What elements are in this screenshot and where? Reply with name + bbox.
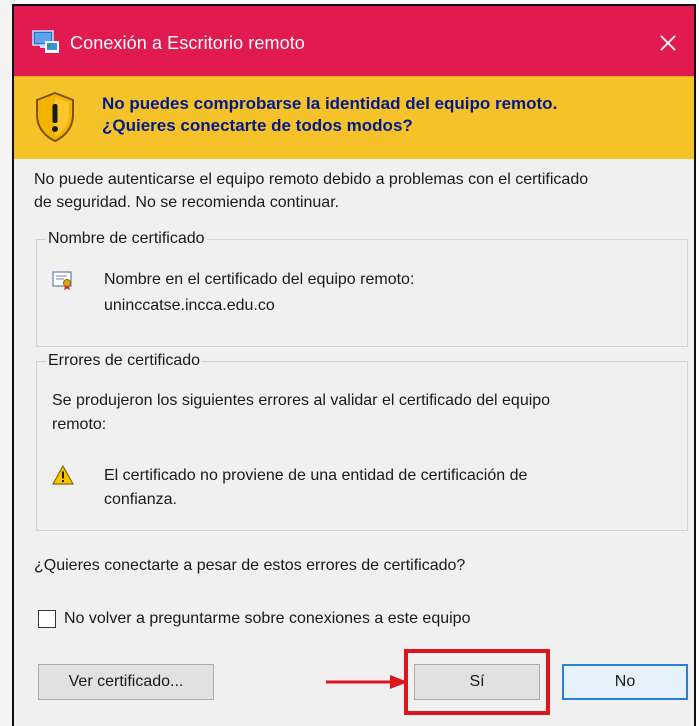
yes-button-highlight bbox=[404, 649, 550, 715]
certificate-error-line2: confianza. bbox=[104, 491, 177, 508]
certificate-name-heading: Nombre de certificado bbox=[46, 230, 207, 248]
red-arrow-annotation bbox=[326, 675, 408, 689]
warning-banner: No puedes comprobarse la identidad del e… bbox=[14, 76, 694, 159]
warning-message-line2: de seguridad. No se recomienda continuar… bbox=[34, 194, 340, 211]
certificate-name-group bbox=[36, 239, 688, 347]
certificate-errors-intro-line1: Se produjeron los siguientes errores al … bbox=[52, 392, 551, 409]
dont-ask-again-label[interactable]: No volver a preguntarme sobre conexiones… bbox=[64, 607, 470, 630]
warning-heading: No puedes comprobarse la identidad del e… bbox=[102, 93, 682, 137]
no-button[interactable]: No bbox=[562, 664, 688, 700]
warning-heading-line1: No puedes comprobarse la identidad del e… bbox=[102, 94, 558, 113]
remote-desktop-icon bbox=[32, 30, 59, 53]
dont-ask-again-checkbox[interactable] bbox=[38, 610, 56, 628]
warning-message: No puede autenticarse el equipo remoto d… bbox=[34, 168, 689, 214]
close-button[interactable] bbox=[642, 20, 694, 66]
close-icon bbox=[660, 35, 676, 51]
warning-heading-line2: ¿Quieres conectarte de todos modos? bbox=[102, 116, 413, 135]
certificate-errors-heading: Errores de certificado bbox=[46, 352, 203, 370]
certificate-error-line1: El certificado no proviene de una entida… bbox=[104, 467, 528, 484]
connect-question: ¿Quieres conectarte a pesar de estos err… bbox=[34, 557, 466, 574]
warning-shield-icon bbox=[36, 91, 74, 143]
view-certificate-button[interactable]: Ver certificado... bbox=[38, 664, 214, 700]
warning-icon bbox=[52, 465, 74, 485]
warning-message-line1: No puede autenticarse el equipo remoto d… bbox=[34, 171, 589, 188]
remote-desktop-dialog: Conexión a Escritorio remoto No puedes c… bbox=[14, 6, 694, 726]
window-title: Conexión a Escritorio remoto bbox=[70, 33, 305, 53]
certificate-errors-intro-line2: remoto: bbox=[52, 416, 107, 433]
certificate-name-label: Nombre en el certificado del equipo remo… bbox=[104, 271, 415, 288]
certificate-name-value: uninccatse.incca.edu.co bbox=[104, 297, 275, 314]
certificate-icon bbox=[52, 271, 72, 290]
title-bar: Conexión a Escritorio remoto bbox=[14, 6, 694, 80]
